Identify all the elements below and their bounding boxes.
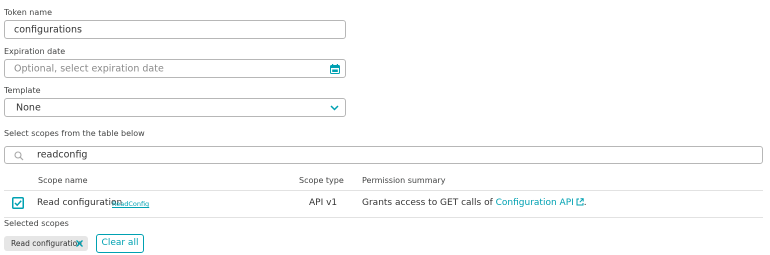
column-header-scope-name[interactable]: Scope name (38, 176, 88, 185)
permission-summary-cell: Grants access to GET calls of Configurat… (362, 198, 587, 208)
scope-tag-link[interactable]: ReadConfig (112, 200, 149, 208)
calendar-icon[interactable] (330, 64, 340, 74)
permission-summary-prefix: Grants access to GET calls of (362, 198, 493, 208)
column-header-scope-type[interactable]: Scope type (299, 176, 344, 185)
checkbox-checked-icon[interactable] (12, 197, 24, 209)
table-row-divider (4, 217, 763, 218)
scope-search-input[interactable]: readconfig (4, 146, 763, 164)
expiration-date-label: Expiration date (4, 47, 66, 56)
token-name-value: configurations (14, 24, 82, 35)
clear-all-button[interactable]: Clear all (96, 234, 144, 253)
scope-search-value: readconfig (37, 149, 88, 161)
template-label: Template (4, 86, 41, 95)
close-icon[interactable] (76, 240, 83, 247)
chevron-down-icon (330, 105, 339, 111)
scope-name-cell: Read configuration (37, 198, 123, 208)
template-selected-value: None (16, 102, 41, 113)
token-name-label: Token name (4, 8, 52, 17)
selected-scope-chip: Read configuration (4, 236, 88, 251)
scopes-prompt: Select scopes from the table below (4, 129, 145, 138)
selected-scopes-label: Selected scopes (4, 219, 69, 228)
expiration-date-placeholder: Optional, select expiration date (14, 63, 164, 74)
column-header-permission-summary[interactable]: Permission summary (362, 176, 445, 185)
table-row[interactable]: Read configuration ReadConfig API v1 Gra… (4, 191, 763, 217)
permission-summary-suffix: . (583, 198, 587, 208)
selected-scope-chip-label: Read configuration (11, 239, 82, 248)
configuration-api-link[interactable]: Configuration API (496, 198, 574, 208)
template-select[interactable]: None (4, 98, 346, 117)
token-name-input[interactable]: configurations (4, 20, 346, 39)
scope-type-cell: API v1 (309, 198, 338, 208)
external-link-icon[interactable] (576, 198, 584, 206)
search-icon (14, 151, 24, 161)
expiration-date-input[interactable]: Optional, select expiration date (4, 59, 346, 78)
